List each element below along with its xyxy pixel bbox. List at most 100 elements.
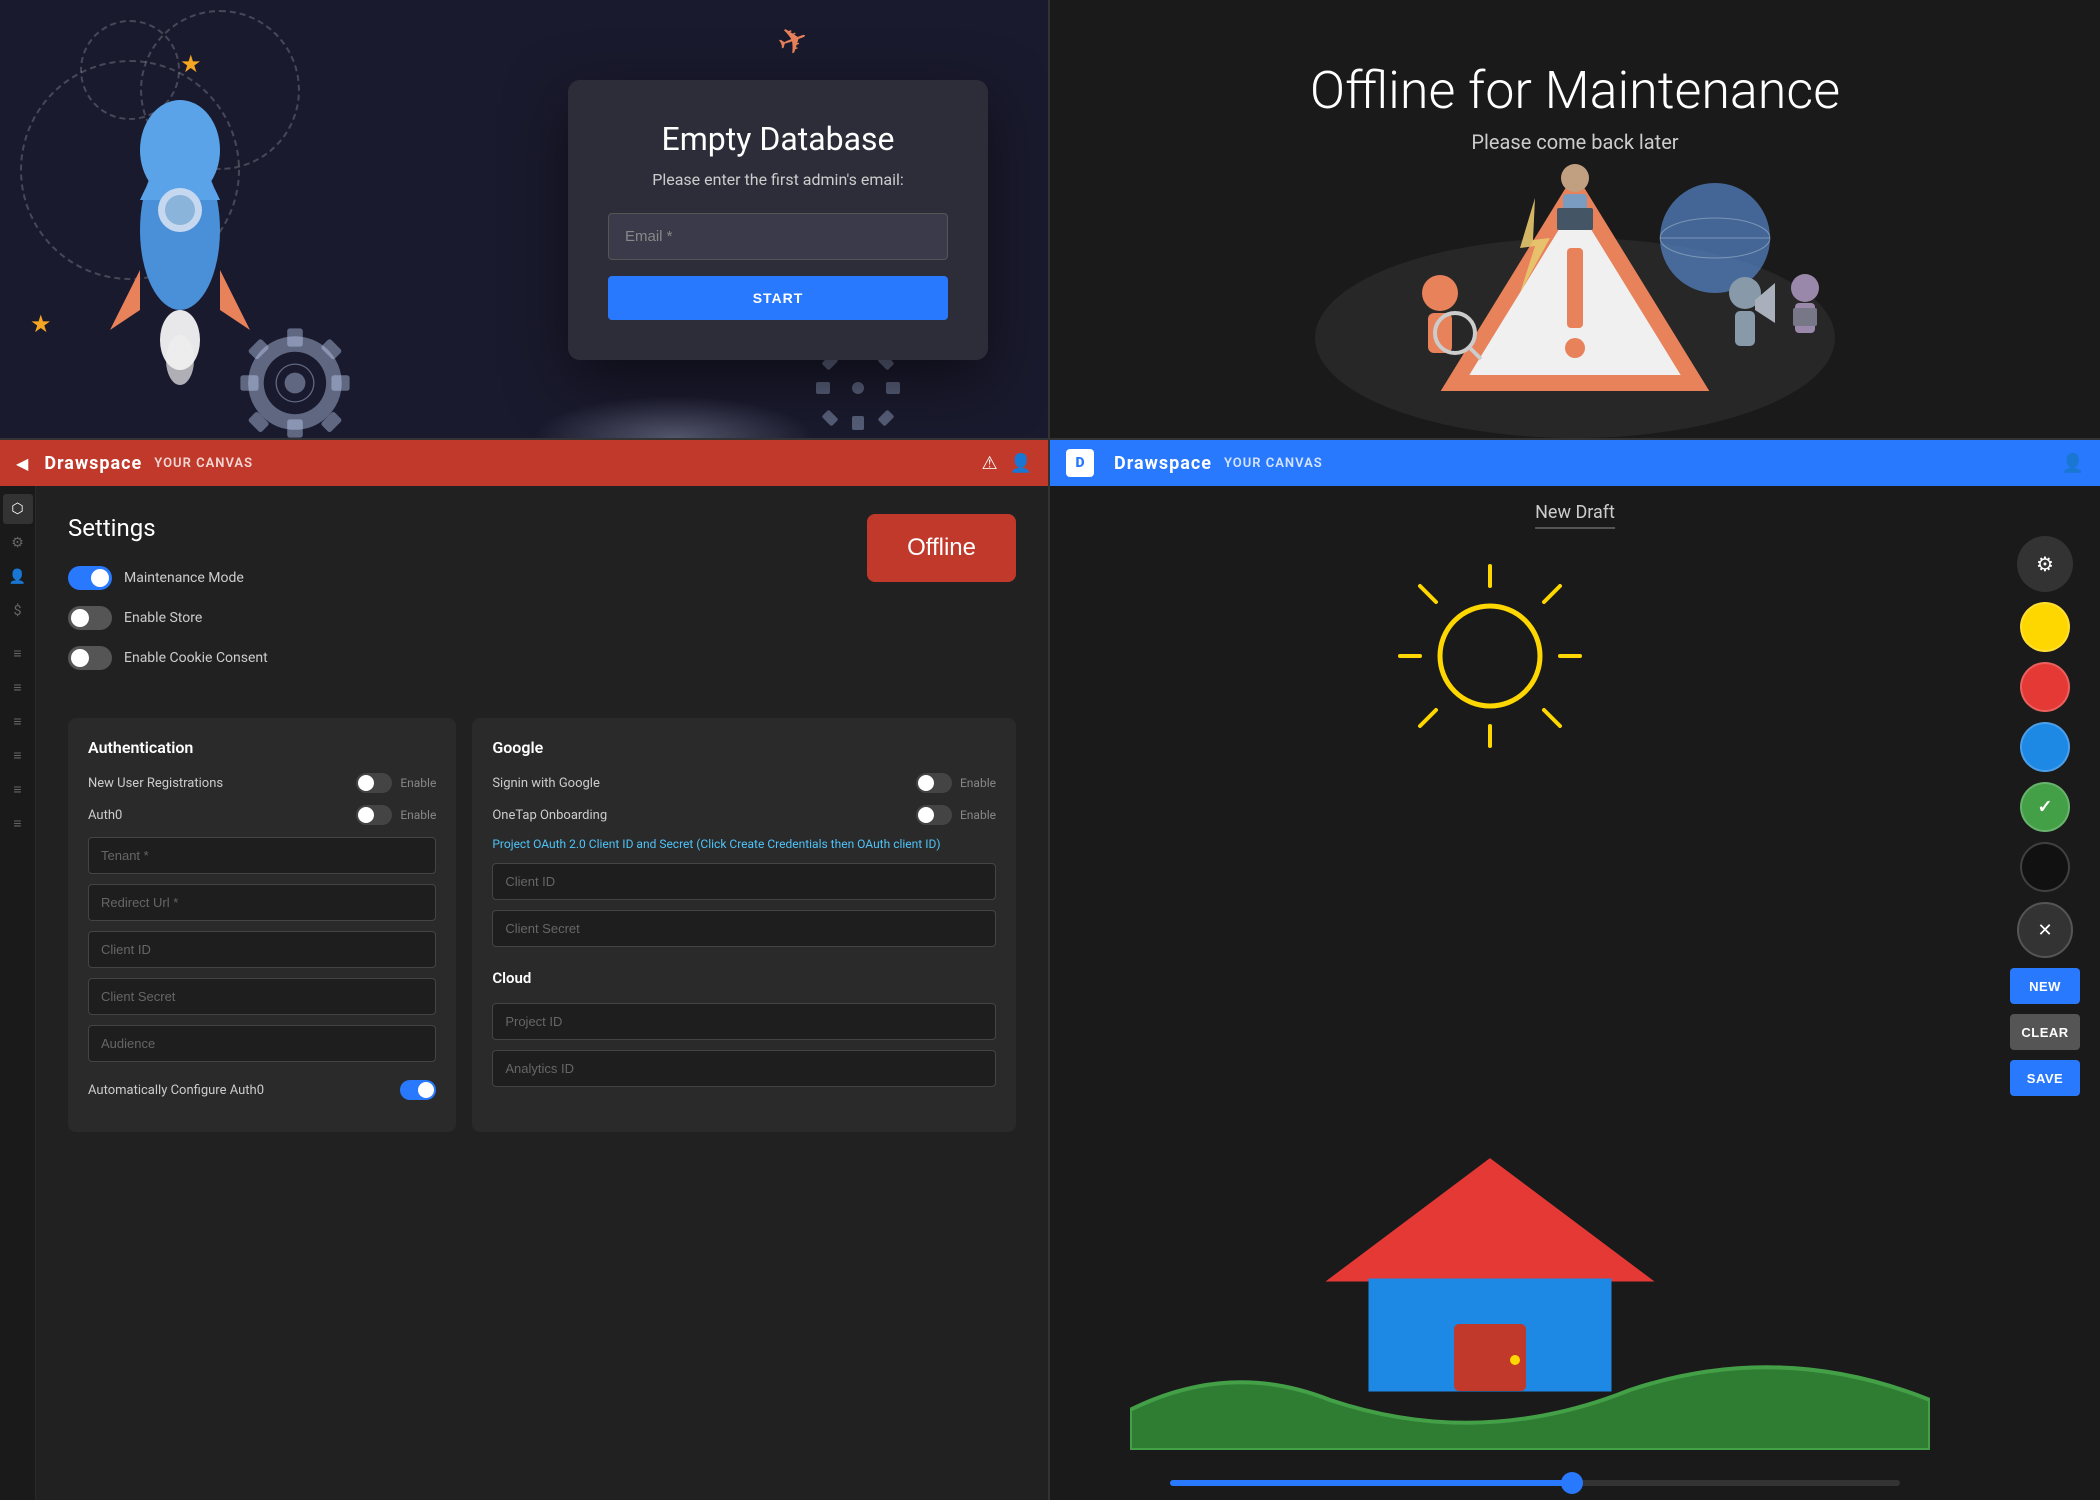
drawspace-header-right: D Drawspace YOUR CANVAS 👤 <box>1050 440 2100 486</box>
clear-button[interactable]: CLEAR <box>2010 1014 2080 1050</box>
sidebar-item-billing[interactable]: $ <box>3 596 33 626</box>
toggle-knob-3 <box>71 649 89 667</box>
maintenance-mode-toggle[interactable] <box>68 566 112 590</box>
new-user-label: New User Registrations <box>88 776 223 791</box>
auto-config-knob <box>418 1082 434 1098</box>
color-yellow[interactable] <box>2020 602 2070 652</box>
sidebar-item-shapes[interactable]: ⬡ <box>3 494 33 524</box>
sidebar-item-users[interactable]: 👤 <box>3 562 33 592</box>
onetap-label: OneTap Onboarding <box>492 808 607 823</box>
main-grid: ★ ★ ★ ★ ✈ <box>0 0 2100 1500</box>
bottom-left-inner: ⬡ ⚙ 👤 $ ≡ ≡ ≡ ≡ ≡ ≡ Settings <box>0 486 1048 1500</box>
toggle-knob-2 <box>71 609 89 627</box>
toggle-knob <box>91 569 109 587</box>
color-black[interactable] <box>2020 842 2070 892</box>
sidebar-item-menu6[interactable]: ≡ <box>3 808 33 838</box>
client-secret-input[interactable] <box>88 978 436 1015</box>
cookie-label: Enable Cookie Consent <box>124 650 268 666</box>
user-icon-right[interactable]: 👤 <box>2062 453 2084 474</box>
star-2: ★ <box>30 310 52 338</box>
canvas-area[interactable]: New Draft <box>1050 486 2100 1500</box>
maintenance-illustration <box>1285 138 1865 438</box>
google-section: Google Signin with Google Enable O <box>472 718 1016 1132</box>
oauth-link[interactable]: Project OAuth 2.0 Client ID and Secret (… <box>492 837 996 851</box>
signin-google-row: Signin with Google Enable <box>492 773 996 793</box>
new-button[interactable]: NEW <box>2010 968 2080 1004</box>
signin-google-knob <box>918 775 934 791</box>
signin-google-label: Signin with Google <box>492 776 600 791</box>
color-green[interactable] <box>2020 782 2070 832</box>
sidebar-item-menu5[interactable]: ≡ <box>3 774 33 804</box>
audience-input[interactable] <box>88 1025 436 1062</box>
auth0-knob <box>358 807 374 823</box>
new-user-enable: Enable <box>356 773 436 793</box>
drawspace-brand-left: Drawspace <box>44 453 142 474</box>
color-red[interactable] <box>2020 662 2070 712</box>
tenant-input[interactable] <box>88 837 436 874</box>
color-blue[interactable] <box>2020 722 2070 772</box>
canvas-slider-track <box>1170 1480 1900 1486</box>
auth0-enable: Enable <box>356 805 436 825</box>
sidebar-item-menu1[interactable]: ≡ <box>3 638 33 668</box>
new-user-toggle[interactable] <box>356 773 392 793</box>
sidebar-item-menu3[interactable]: ≡ <box>3 706 33 736</box>
hills-drawing <box>1130 1350 1930 1450</box>
signin-google-enable-text: Enable <box>960 776 996 790</box>
auto-config-label: Automatically Configure Auth0 <box>88 1083 264 1098</box>
onetap-toggle[interactable] <box>916 805 952 825</box>
sidebar-toggle-icon[interactable]: ◀ <box>16 454 28 473</box>
new-user-row: New User Registrations Enable <box>88 773 436 793</box>
analytics-id-input[interactable] <box>492 1050 996 1087</box>
auto-config-row: Automatically Configure Auth0 <box>88 1080 436 1100</box>
google-client-secret-input[interactable] <box>492 910 996 947</box>
canvas-settings-button[interactable]: ⚙ <box>2017 536 2073 592</box>
enable-store-toggle[interactable] <box>68 606 112 630</box>
right-toolbar: ⚙ ✕ NEW CLEAR SAVE <box>2010 536 2080 1096</box>
empty-database-dialog: Empty Database Please enter the first ad… <box>568 80 988 360</box>
google-client-id-input[interactable] <box>492 863 996 900</box>
email-input[interactable] <box>608 213 948 260</box>
cookie-consent-toggle[interactable] <box>68 646 112 670</box>
slider-thumb[interactable] <box>1561 1472 1583 1494</box>
offline-button[interactable]: Offline <box>867 514 1016 582</box>
drawspace-logo-icon: D <box>1066 449 1094 477</box>
sidebar-item-settings[interactable]: ⚙ <box>3 528 33 558</box>
auth0-enable-text: Enable <box>400 808 436 822</box>
save-button[interactable]: SAVE <box>2010 1060 2080 1096</box>
bottom-left-panel: ◀ Drawspace YOUR CANVAS ⚠ 👤 ⬡ ⚙ 👤 $ ≡ ≡ … <box>0 440 1050 1500</box>
new-user-knob <box>358 775 374 791</box>
maintenance-title: Offline for Maintenance <box>1050 60 2100 121</box>
client-id-input[interactable] <box>88 931 436 968</box>
maintenance-label: Maintenance Mode <box>124 570 244 586</box>
signin-google-toggle[interactable] <box>916 773 952 793</box>
project-id-input[interactable] <box>492 1003 996 1040</box>
top-left-panel: ★ ★ ★ ★ ✈ <box>0 0 1050 440</box>
warning-icon[interactable]: ⚠ <box>981 453 997 474</box>
eraser-button[interactable]: ✕ <box>2017 902 2073 958</box>
cloud-title: Cloud <box>492 969 996 987</box>
auth-section: Authentication New User Registrations En… <box>68 718 456 1132</box>
onetap-row: OneTap Onboarding Enable <box>492 805 996 825</box>
settings-content: Settings Maintenance Mode <box>36 486 1048 1500</box>
onetap-enable-text: Enable <box>960 808 996 822</box>
auto-config-toggle[interactable] <box>400 1080 436 1100</box>
google-title: Google <box>492 738 996 757</box>
dialog-subtitle: Please enter the first admin's email: <box>608 170 948 189</box>
drawspace-brand-right: Drawspace <box>1114 453 1212 474</box>
drawspace-header-left: ◀ Drawspace YOUR CANVAS ⚠ 👤 <box>0 440 1048 486</box>
auth0-toggle[interactable] <box>356 805 392 825</box>
sidebar-item-menu2[interactable]: ≡ <box>3 672 33 702</box>
left-side-nav: ⬡ ⚙ 👤 $ ≡ ≡ ≡ ≡ ≡ ≡ <box>0 486 36 1500</box>
settings-toggles: Maintenance Mode Enable Store <box>68 566 268 670</box>
signin-google-enable: Enable <box>916 773 996 793</box>
slider-fill <box>1170 1480 1572 1486</box>
bottom-right-panel: D Drawspace YOUR CANVAS 👤 New Draft <box>1050 440 2100 1500</box>
canvas-slider-container <box>1170 1480 1900 1486</box>
store-toggle-row: Enable Store <box>68 606 268 630</box>
redirect-url-input[interactable] <box>88 884 436 921</box>
onetap-enable: Enable <box>916 805 996 825</box>
start-button[interactable]: START <box>608 276 948 320</box>
user-icon-left[interactable]: 👤 <box>1010 453 1032 474</box>
auth0-label: Auth0 <box>88 808 122 823</box>
sidebar-item-menu4[interactable]: ≡ <box>3 740 33 770</box>
